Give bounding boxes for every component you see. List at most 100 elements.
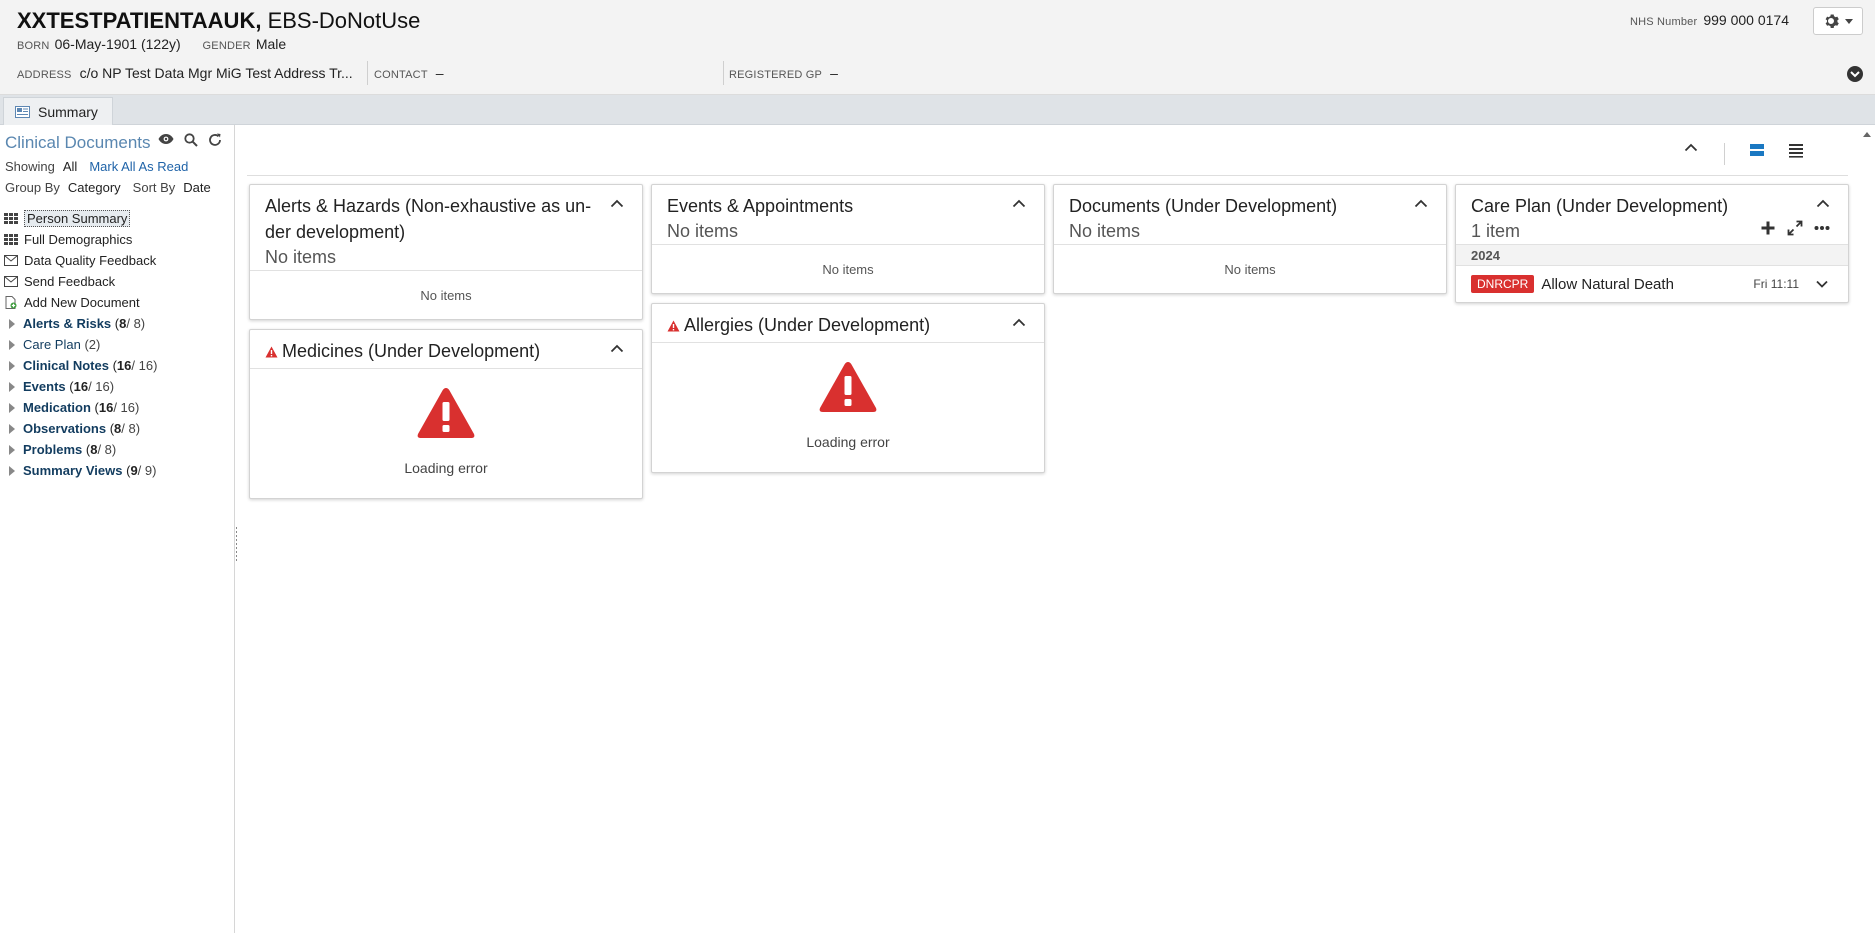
divider xyxy=(723,61,724,85)
registered-gp-label: REGISTERED GP xyxy=(729,69,823,81)
group-by-value[interactable]: Category xyxy=(68,180,121,195)
chevron-down-icon xyxy=(1850,70,1860,77)
category-total-count: / 16) xyxy=(131,358,158,373)
category-summary-views[interactable]: Summary Views (9 / 9) xyxy=(3,460,231,481)
search-icon[interactable] xyxy=(184,133,198,147)
showing-value[interactable]: All xyxy=(63,159,77,174)
refresh-icon[interactable] xyxy=(208,133,222,147)
expand-triangle-icon[interactable] xyxy=(9,339,15,350)
card-item-count: No items xyxy=(265,247,337,267)
card-title: Alerts & Hazards (Non-exhaustive as un-d… xyxy=(265,196,592,242)
events-appointments-card: Events & Appointments No items No items xyxy=(651,184,1045,294)
tab-summary[interactable]: Summary xyxy=(3,97,113,125)
expand-triangle-icon[interactable] xyxy=(9,381,15,392)
category-name: Summary Views xyxy=(23,463,123,478)
summary-column-2: Events & Appointments No items No items … xyxy=(651,184,1045,482)
list-view-icon[interactable] xyxy=(1788,142,1804,158)
expand-triangle-icon[interactable] xyxy=(9,444,15,455)
settings-button[interactable] xyxy=(1813,7,1863,35)
clinical-documents-tools xyxy=(158,133,222,147)
envelope-icon xyxy=(3,275,19,289)
tab-summary-label: Summary xyxy=(38,103,98,120)
eye-icon[interactable] xyxy=(158,133,174,145)
chevron-up-icon[interactable] xyxy=(1414,199,1428,208)
doc-person-summary[interactable]: Person Summary xyxy=(3,208,231,229)
nhs-number-value: 999 000 0174 xyxy=(1703,12,1789,28)
patient-banner: XXTESTPATIENTAAUK, EBS-DoNotUse BORN 06-M… xyxy=(0,0,1875,95)
showing-label: Showing xyxy=(5,159,55,174)
contact-cell: CONTACT – xyxy=(374,63,444,85)
category-total-count: / 16) xyxy=(113,400,140,415)
category-name: Events xyxy=(23,379,66,394)
category-total-count: / 9) xyxy=(137,463,157,478)
category-unread-count: 16 xyxy=(98,400,114,415)
card-empty-message: No items xyxy=(652,244,1044,293)
card-error-body: Loading error xyxy=(250,368,642,498)
care-plan-actions xyxy=(1760,220,1830,236)
chevron-up-icon[interactable] xyxy=(1816,199,1830,208)
doc-label: Add New Document xyxy=(24,295,140,310)
collapse-all-icon[interactable] xyxy=(1684,143,1698,152)
address-row: ADDRESS c/o NP Test Data Mgr MiG Test Add… xyxy=(17,61,1817,85)
nhs-number: NHS Number 999 000 0174 xyxy=(1630,12,1789,28)
card-error-body: Loading error xyxy=(652,342,1044,472)
born-gender-row: BORN 06-May-1901 (122y) GENDER Male xyxy=(17,36,304,52)
add-document-icon xyxy=(3,296,19,310)
expand-triangle-icon[interactable] xyxy=(9,465,15,476)
document-list: Person Summary Full Demographics Data Qu… xyxy=(3,208,231,481)
category-alerts-risks[interactable]: Alerts & Risks (8 / 8) xyxy=(3,313,231,334)
tab-strip: Summary xyxy=(0,95,1875,125)
doc-data-quality-feedback[interactable]: Data Quality Feedback xyxy=(3,250,231,271)
mark-all-read-link[interactable]: Mark All As Read xyxy=(89,159,188,174)
sort-by-value[interactable]: Date xyxy=(183,180,210,195)
chevron-up-icon[interactable] xyxy=(1012,199,1026,208)
category-total-count: / 16) xyxy=(88,379,115,394)
more-options-icon[interactable] xyxy=(1814,225,1830,231)
card-title: Allergies (Under Development) xyxy=(684,315,931,335)
category-unread-count: 16 xyxy=(116,358,132,373)
chevron-up-icon[interactable] xyxy=(610,344,624,353)
category-medication[interactable]: Medication (16 / 16) xyxy=(3,397,231,418)
address-value[interactable]: c/o NP Test Data Mgr MiG Test Address Tr… xyxy=(80,65,353,81)
category-care-plan[interactable]: Care Plan (2) xyxy=(3,334,231,355)
category-observations[interactable]: Observations (8 / 8) xyxy=(3,418,231,439)
card-title: Medicines (Under Development) xyxy=(282,341,541,361)
care-plan-item[interactable]: DNRCPR Allow Natural Death Fri 11:11 xyxy=(1456,265,1848,302)
summary-icon xyxy=(15,105,30,118)
scroll-up-arrow[interactable] xyxy=(1863,132,1871,137)
category-name: Observations xyxy=(23,421,107,436)
summary-column-3: Documents (Under Development) No items N… xyxy=(1053,184,1447,303)
doc-add-new-document[interactable]: Add New Document xyxy=(3,292,231,313)
expand-triangle-icon[interactable] xyxy=(9,318,15,329)
allergies-card: Allergies (Under Development) Loading er… xyxy=(651,303,1045,473)
category-events[interactable]: Events (16 / 16) xyxy=(3,376,231,397)
category-name: Medication xyxy=(23,400,91,415)
contact-label: CONTACT xyxy=(374,69,428,81)
envelope-icon xyxy=(3,254,19,268)
summary-toolbar xyxy=(247,125,1848,176)
card-empty-message: No items xyxy=(1054,244,1446,293)
expand-triangle-icon[interactable] xyxy=(9,360,15,371)
grid-icon xyxy=(3,212,19,226)
patient-surname: XXTESTPATIENTAAUK, xyxy=(17,8,262,33)
chevron-down-icon[interactable] xyxy=(1816,280,1828,288)
doc-label: Full Demographics xyxy=(24,232,133,247)
registered-gp-value: – xyxy=(830,65,838,81)
expand-banner-button[interactable] xyxy=(1847,66,1863,82)
card-item-count: No items xyxy=(1069,221,1141,241)
expand-triangle-icon[interactable] xyxy=(9,423,15,434)
doc-label: Data Quality Feedback xyxy=(24,253,157,268)
patient-given-name: EBS-DoNotUse xyxy=(261,8,421,33)
card-empty-message: No items xyxy=(250,270,642,319)
tile-view-icon[interactable] xyxy=(1749,142,1765,158)
plus-icon[interactable] xyxy=(1760,220,1776,236)
category-problems[interactable]: Problems (8 / 8) xyxy=(3,439,231,460)
chevron-up-icon[interactable] xyxy=(610,199,624,208)
expand-triangle-icon[interactable] xyxy=(9,402,15,413)
doc-full-demographics[interactable]: Full Demographics xyxy=(3,229,231,250)
chevron-up-icon[interactable] xyxy=(1012,318,1026,327)
doc-send-feedback[interactable]: Send Feedback xyxy=(3,271,231,292)
expand-icon[interactable] xyxy=(1787,220,1803,236)
category-clinical-notes[interactable]: Clinical Notes (16 / 16) xyxy=(3,355,231,376)
address-cell: ADDRESS c/o NP Test Data Mgr MiG Test Add… xyxy=(17,63,353,85)
